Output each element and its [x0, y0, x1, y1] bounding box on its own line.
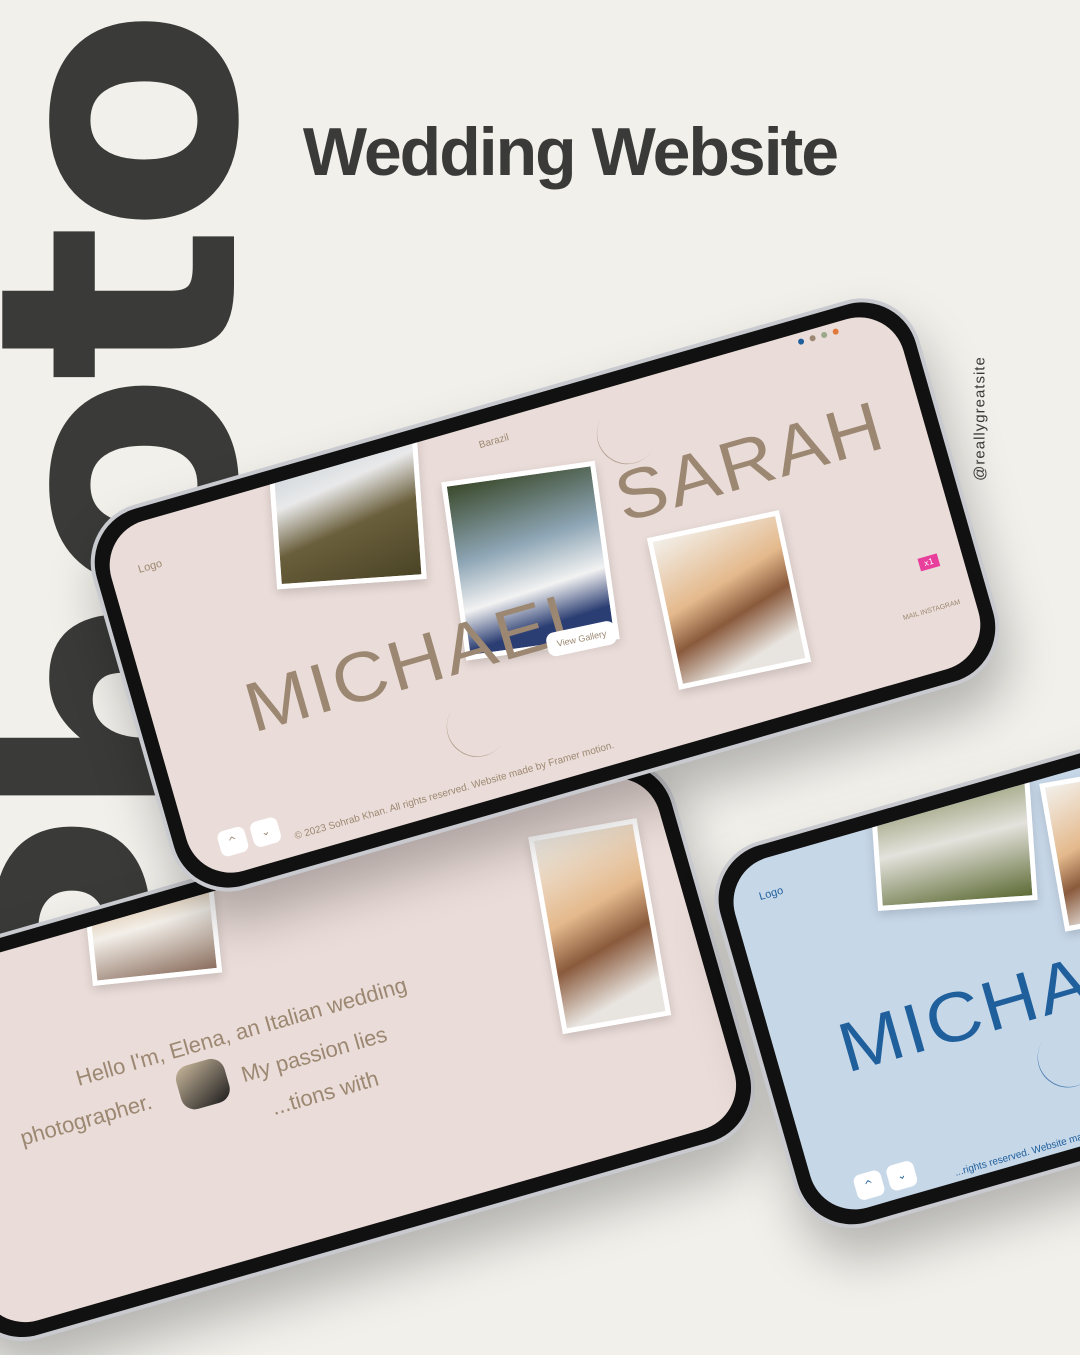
photo-couple-grass — [869, 770, 1038, 912]
name-left: MICHAEL — [236, 573, 602, 748]
photographer-avatar — [172, 1055, 234, 1113]
location-label: Barazil — [477, 432, 511, 452]
photo-couple-smiling — [528, 818, 672, 1035]
scroll-up-button[interactable]: ^ — [215, 825, 250, 858]
photo-sunset-kiss — [646, 510, 812, 690]
zoom-badge: x1 — [917, 553, 940, 572]
social-links[interactable]: MAIL INSTAGRAM — [902, 599, 961, 622]
about-text-line2: photographer. — [17, 1088, 155, 1151]
theme-dot-brown[interactable] — [808, 334, 817, 343]
decorative-arc — [435, 685, 519, 769]
photo-sunset — [1039, 763, 1080, 932]
blue-screen: Logo MICHAEL ^ ⌄ ...rights reserved. Web… — [722, 659, 1080, 1221]
name-right: SARAH — [606, 385, 894, 537]
theme-dot-orange[interactable] — [831, 327, 840, 336]
page-title: Wedding Website — [302, 114, 839, 190]
scroll-up-button[interactable]: ^ — [852, 1168, 887, 1202]
logo: Logo — [757, 884, 785, 903]
logo: Logo — [136, 557, 164, 576]
footer-text: ...rights reserved. Website made by F — [953, 1122, 1080, 1179]
social-handle: @reallygreatsite — [971, 356, 989, 481]
theme-dot-blue[interactable] — [797, 337, 805, 346]
scroll-down-button[interactable]: ⌄ — [248, 815, 283, 849]
theme-dot-green[interactable] — [820, 331, 828, 339]
scroll-down-button[interactable]: ⌄ — [884, 1159, 919, 1193]
